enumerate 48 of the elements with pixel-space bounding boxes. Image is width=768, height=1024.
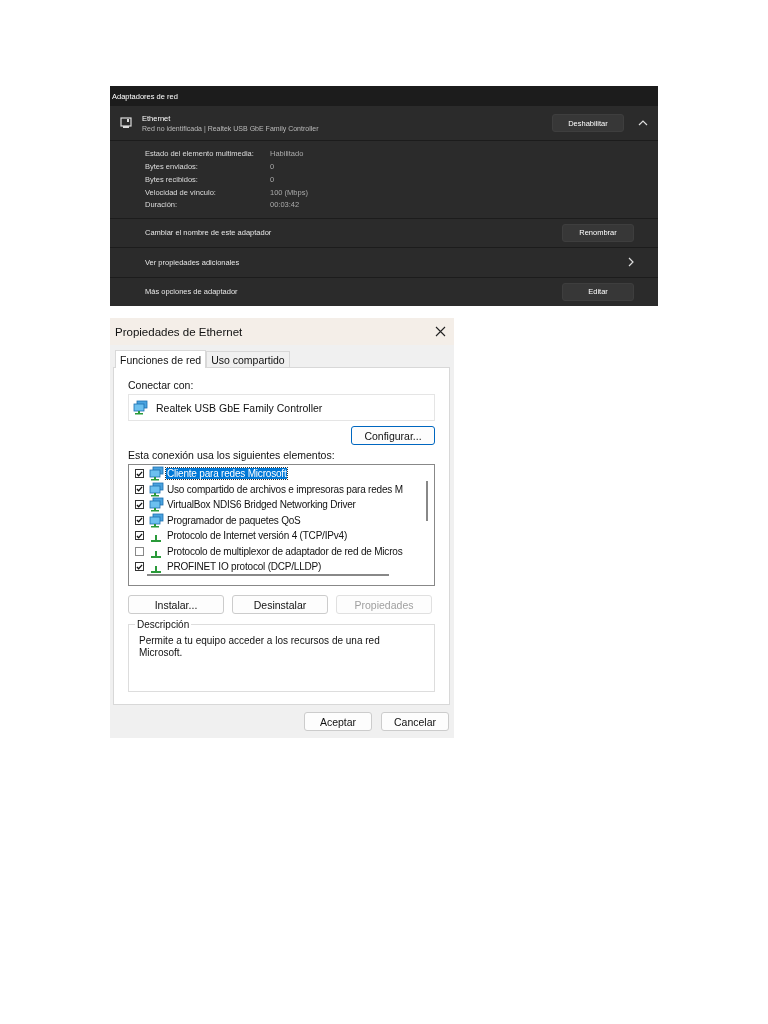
network-adapter-icon [133,400,148,415]
tab[interactable]: Uso compartido [206,351,290,367]
field-label: Conectar con: [128,378,195,392]
list-item[interactable]: VirtualBox NDIS6 Bridged Networking Driver [135,497,420,513]
item-label: PROFINET IO protocol (DCP/LLDP) [166,561,323,573]
item-label: VirtualBox NDIS6 Bridged Networking Driver [166,499,357,511]
dialog-button[interactable]: Aceptar [304,712,372,731]
list-item[interactable]: Protocolo de Internet versión 4 (TCP/IPv4) [135,528,420,544]
item-label: Protocolo de Internet versión 4 (TCP/IPv4) [166,530,349,542]
protocol-icon [151,535,161,543]
checkbox[interactable] [135,469,144,479]
checkbox[interactable] [135,531,144,541]
item-label: Uso compartido de archivos e impresoras para redes M [166,483,404,495]
list-label: Esta conexión usa los siguientes elementos: [128,448,336,462]
checkbox[interactable] [135,500,144,510]
list-item[interactable]: Uso compartido de archivos e impresoras para redes M [135,481,420,497]
close-icon [435,326,446,337]
network-adapter-icon [120,117,132,129]
chevron-up-icon[interactable] [638,120,648,126]
list-item[interactable]: Cliente para redes Microsoft [135,466,420,482]
item-label: Cliente para redes Microsoft [166,468,288,480]
checkbox[interactable] [135,562,144,572]
item-label: Programador de paquetes QoS [166,514,302,526]
protocol-icon [151,550,161,558]
description-text: Permite a tu equipo acceder a los recursos de una red Microsoft. [139,635,381,659]
list-item[interactable]: PROFINET IO protocol (DCP/LLDP) [135,559,420,575]
configure-button[interactable]: Configurar... [351,426,435,445]
checkbox[interactable] [135,484,144,494]
scrollbar[interactable] [147,574,389,576]
network-client-icon [149,512,164,528]
group-title: Descripción [135,619,192,630]
list-item[interactable]: Programador de paquetes QoS [135,512,420,528]
action-button[interactable]: Desinstalar [232,595,328,614]
item-label: Protocolo de multiplexor de adaptador de red de Micros [166,545,404,557]
chevron-right-icon [628,257,634,268]
network-client-icon [149,466,164,482]
network-client-icon [149,481,164,497]
window-title: Propiedades de Ethernet [115,325,243,338]
tab[interactable]: Funciones de red [115,350,207,368]
action-button[interactable]: Instalar... [128,595,224,614]
protocol-icon [151,566,161,574]
adapter-name: Realtek USB GbE Family Controller [156,401,323,414]
list-item[interactable]: Protocolo de multiplexor de adaptador de red de Micros [135,543,420,559]
network-client-icon [149,497,164,513]
checkbox[interactable] [135,546,144,556]
checkbox[interactable] [135,515,144,525]
scrollbar[interactable] [426,481,428,521]
dialog-button[interactable]: Cancelar [381,712,449,731]
